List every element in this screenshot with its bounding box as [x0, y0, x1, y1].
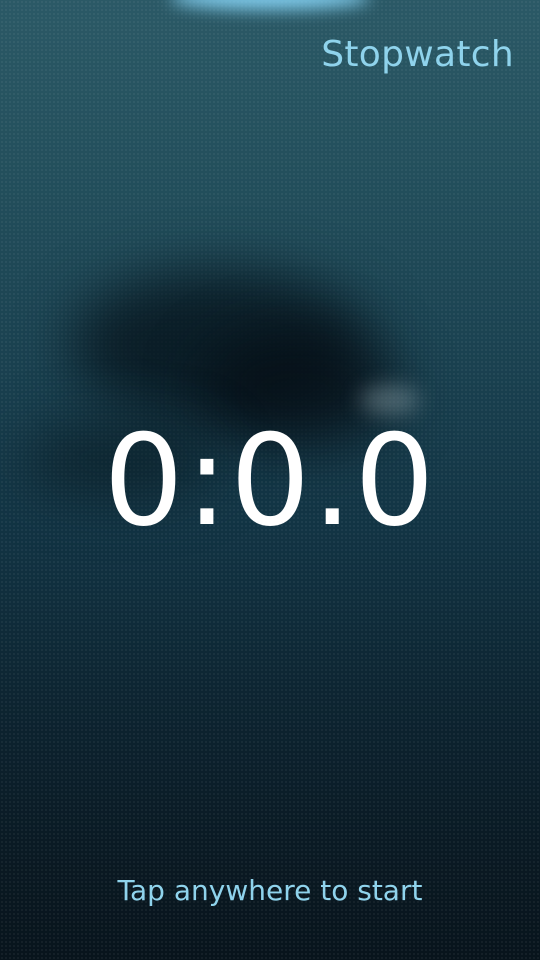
page-title: Stopwatch	[321, 34, 514, 75]
stopwatch-screen: Stopwatch 0:0.0 Tap anywhere to start	[0, 0, 540, 960]
tap-to-start-hint: Tap anywhere to start	[117, 874, 423, 907]
stopwatch-time-display: 0:0.0	[103, 407, 437, 554]
